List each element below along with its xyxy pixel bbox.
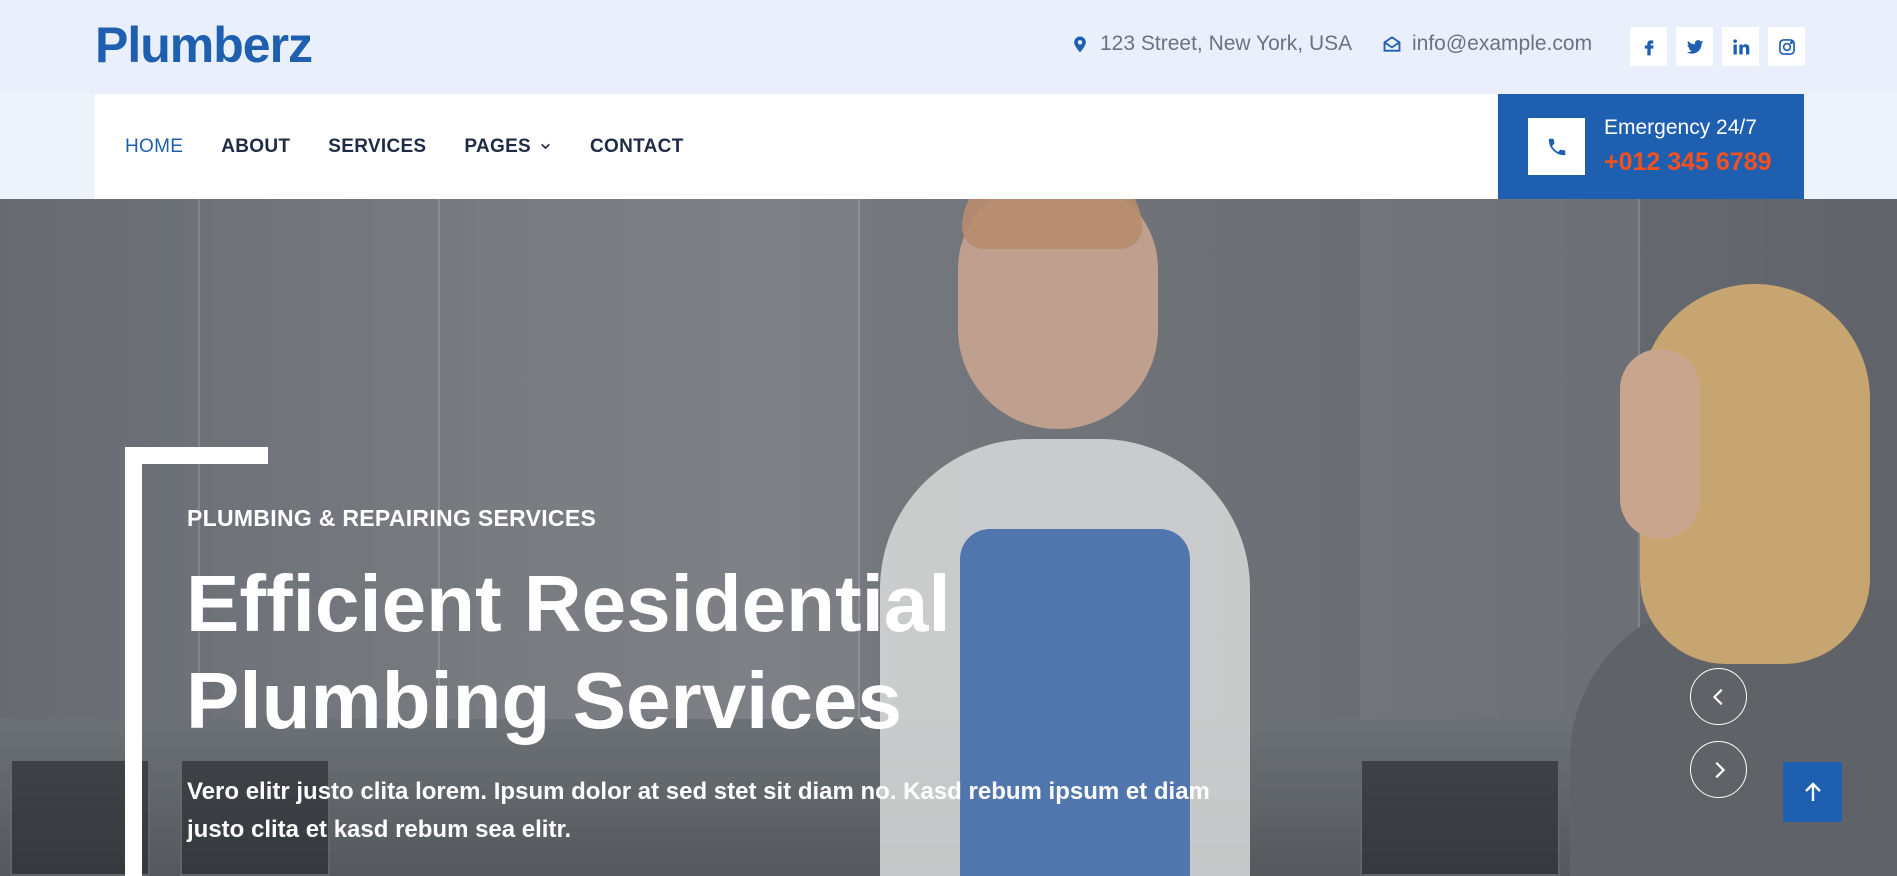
plumber-hair (962, 199, 1142, 249)
address-info: 123 Street, New York, USA (1070, 32, 1352, 56)
chevron-right-icon (1714, 761, 1725, 778)
chevron-down-icon (541, 143, 550, 150)
cabinet-panel (0, 199, 200, 759)
arrow-up-icon (1804, 782, 1821, 801)
email-text[interactable]: info@example.com (1412, 32, 1592, 56)
address-text: 123 Street, New York, USA (1100, 32, 1353, 55)
nav-item-contact[interactable]: CONTACT (590, 136, 684, 158)
hero-description: Vero elitr justo clita lorem. Ipsum dolo… (187, 778, 1210, 843)
nav-item-pages-label: PAGES (464, 135, 532, 157)
emergency-label: Emergency 24/7 (1604, 116, 1757, 139)
nav-item-services[interactable]: SERVICES (328, 136, 426, 158)
nav-item-pages[interactable]: PAGES (464, 136, 552, 158)
chevron-left-icon (1712, 688, 1723, 705)
facebook-icon[interactable] (1630, 27, 1667, 66)
oven (1360, 759, 1560, 876)
hero-headline: Efficient Residential Plumbing Services (186, 555, 1086, 749)
emergency-contact[interactable]: Emergency 24/7 +012 345 6789 (1498, 94, 1804, 199)
phone-icon (1528, 118, 1585, 175)
top-bar: Plumberz 123 Street, New York, USA info@… (0, 0, 1897, 94)
nav-item-about[interactable]: ABOUT (221, 136, 290, 158)
hero-headline-line1: Efficient Residential (186, 559, 951, 648)
brand-logo[interactable]: Plumberz (95, 16, 313, 74)
linkedin-icon[interactable] (1722, 27, 1759, 66)
nav-item-home[interactable]: HOME (125, 136, 183, 158)
back-to-top-button[interactable] (1783, 762, 1842, 822)
carousel-next-button[interactable] (1690, 741, 1747, 798)
map-pin-icon (1074, 36, 1086, 53)
nav-menu: HOME ABOUT SERVICES PAGES CONTACT (125, 94, 684, 199)
carousel-prev-button[interactable] (1690, 668, 1747, 725)
main-navigation: HOME ABOUT SERVICES PAGES CONTACT (95, 94, 1498, 199)
envelope-open-icon (1383, 36, 1401, 52)
email-info: info@example.com (1382, 32, 1592, 56)
social-links (1630, 27, 1805, 66)
hero-subtitle: PLUMBING & REPAIRING SERVICES (187, 505, 597, 531)
decorative-frame-left (125, 447, 142, 876)
decorative-frame-top (125, 447, 268, 464)
emergency-phone-number[interactable]: +012 345 6789 (1604, 148, 1772, 177)
instagram-icon[interactable] (1768, 27, 1805, 66)
twitter-icon[interactable] (1676, 27, 1713, 66)
customer-face (1620, 349, 1700, 539)
hero-headline-line2: Plumbing Services (186, 656, 902, 745)
hero-carousel: PLUMBING & REPAIRING SERVICES Efficient … (0, 199, 1897, 876)
